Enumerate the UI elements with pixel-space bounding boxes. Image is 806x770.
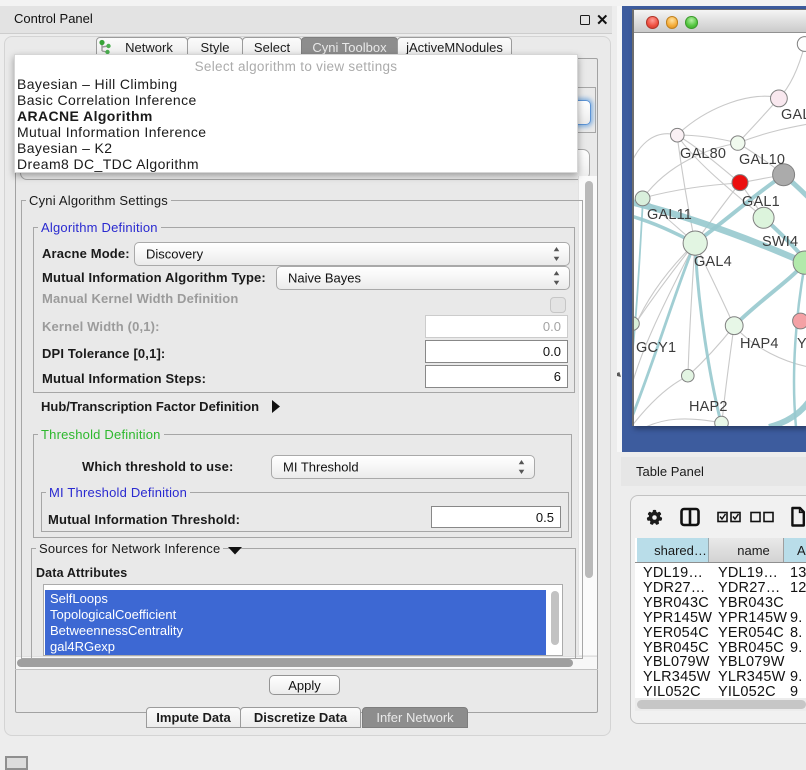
svg-text:GCY1: GCY1 (636, 340, 676, 356)
svg-text:SWI4: SWI4 (762, 234, 798, 250)
svg-text:GAL1: GAL1 (742, 194, 780, 210)
svg-text:YD: YD (797, 336, 806, 352)
svg-text:GAL10: GAL10 (739, 152, 785, 168)
svg-text:GAL80: GAL80 (680, 146, 726, 162)
svg-text:HAP4: HAP4 (740, 336, 779, 352)
svg-text:HAP2: HAP2 (689, 399, 728, 415)
svg-text:GAL4: GAL4 (694, 254, 732, 270)
svg-text:GAL7: GAL7 (781, 107, 806, 123)
svg-text:GAL11: GAL11 (647, 207, 692, 223)
